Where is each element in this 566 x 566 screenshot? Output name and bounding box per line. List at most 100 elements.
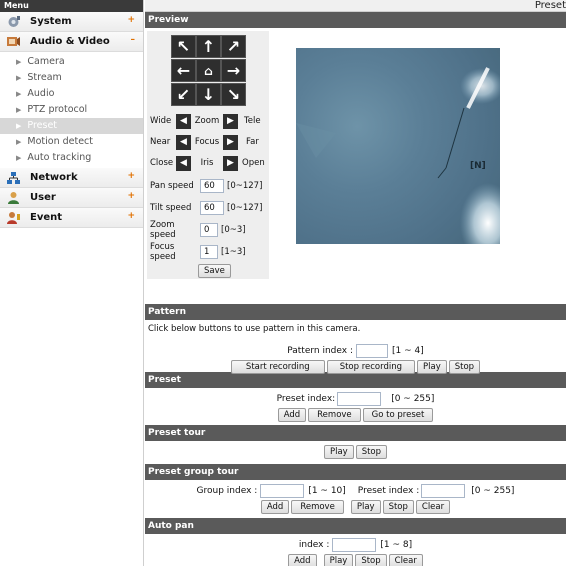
sidebar-category-audio-video[interactable]: Audio & Video –	[0, 32, 143, 52]
sidebar-item-motion-detect[interactable]: ▶ Motion detect	[0, 134, 143, 150]
pan-speed-row: Pan speed 60 [0~127]	[150, 179, 263, 193]
focus-near-button[interactable]: ◀	[176, 134, 191, 150]
pattern-index-input[interactable]	[356, 344, 388, 358]
stop-recording-button[interactable]: Stop recording	[326, 360, 416, 374]
arrow-up-icon: ↑	[201, 37, 216, 56]
iris-open-button[interactable]: ▶	[223, 155, 238, 171]
group-play-button[interactable]: Play	[350, 500, 381, 514]
zoom-speed-row: Zoom speed 0 [0~3]	[150, 220, 246, 240]
preview-section-header: Preview	[145, 12, 566, 28]
preset-index-input[interactable]	[337, 392, 382, 406]
preset-tour-section: Play Stop	[145, 441, 566, 464]
auto-pan-buttons: Add Play Stop Clear	[145, 554, 566, 566]
sidebar-item-ptz-protocol[interactable]: ▶ PTZ protocol	[0, 102, 143, 118]
page-title: Preset	[145, 0, 566, 12]
pattern-play-button[interactable]: Play	[417, 360, 447, 374]
sidebar: Menu System + Audio & Video – ▶ Camera ▶ S…	[0, 0, 144, 566]
menu-header: Menu	[0, 0, 143, 12]
zoom-control: Wide ◀ Zoom ▶ Tele	[150, 113, 270, 129]
group-index-row: Group index : [1 ~ 10] Preset index : [0…	[196, 484, 515, 498]
save-button[interactable]: Save	[198, 264, 231, 278]
home-icon: ⌂	[204, 63, 213, 78]
pattern-note: Click below buttons to use pattern in th…	[148, 324, 361, 334]
pan-speed-input[interactable]: 60	[200, 179, 224, 193]
sidebar-item-camera[interactable]: ▶ Camera	[0, 54, 143, 70]
go-to-preset-button[interactable]: Go to preset	[362, 408, 434, 422]
chevron-right-icon: ▶	[16, 90, 22, 98]
group-clear-button[interactable]: Clear	[415, 500, 451, 514]
auto-pan-index-row: index : [1 ~ 8]	[298, 538, 413, 552]
zoom-speed-input[interactable]: 0	[200, 223, 218, 237]
triangle-left-icon: ◀	[180, 158, 187, 168]
chevron-right-icon: ▶	[16, 58, 22, 66]
focus-far-button[interactable]: ▶	[223, 134, 238, 150]
move-left-button[interactable]: ←	[171, 59, 196, 82]
auto-pan-play-button[interactable]: Play	[323, 554, 354, 566]
sidebar-category-event[interactable]: Event +	[0, 208, 143, 228]
chevron-right-icon: ▶	[16, 122, 22, 130]
expand-mark: +	[127, 171, 135, 181]
group-preset-index-input[interactable]	[421, 484, 466, 498]
preset-section: Preset index: [0 ~ 255] Add Remove Go to…	[145, 388, 566, 425]
user-icon	[6, 191, 21, 205]
move-up-button[interactable]: ↑	[196, 35, 221, 58]
group-index-input[interactable]	[260, 484, 305, 498]
sidebar-item-auto-tracking[interactable]: ▶ Auto tracking	[0, 150, 143, 166]
preset-add-button[interactable]: Add	[277, 408, 307, 422]
tilt-speed-row: Tilt speed 60 [0~127]	[150, 201, 263, 215]
arrow-down-left-icon: ↙	[176, 85, 191, 104]
auto-pan-section-header: Auto pan	[145, 518, 566, 534]
system-icon	[6, 15, 21, 29]
preset-tour-play-button[interactable]: Play	[323, 445, 354, 459]
preset-tour-section-header: Preset tour	[145, 425, 566, 441]
zoom-tele-button[interactable]: ▶	[223, 113, 238, 129]
group-tour-buttons: Add Remove Play Stop Clear	[145, 500, 566, 514]
start-recording-button[interactable]: Start recording	[230, 360, 325, 374]
pattern-index-row: Pattern index : [1 ~ 4]	[287, 344, 424, 358]
triangle-left-icon: ◀	[180, 137, 187, 147]
preset-remove-button[interactable]: Remove	[308, 408, 361, 422]
arrow-left-icon: ←	[176, 61, 191, 80]
pattern-stop-button[interactable]: Stop	[448, 360, 481, 374]
chevron-right-icon: ▶	[16, 74, 22, 82]
auto-pan-index-input[interactable]	[332, 538, 377, 552]
video-preview: [N]	[296, 48, 500, 244]
sidebar-item-audio[interactable]: ▶ Audio	[0, 86, 143, 102]
move-down-left-button[interactable]: ↙	[171, 83, 196, 106]
sidebar-category-label: System	[30, 16, 72, 27]
sidebar-item-preset[interactable]: ▶ Preset	[0, 118, 143, 134]
sidebar-item-stream[interactable]: ▶ Stream	[0, 70, 143, 86]
tilt-speed-input[interactable]: 60	[200, 201, 224, 215]
audio-video-icon	[6, 35, 21, 49]
move-down-button[interactable]: ↓	[196, 83, 221, 106]
move-up-left-button[interactable]: ↖	[171, 35, 196, 58]
preset-group-tour-section-header: Preset group tour	[145, 464, 566, 480]
auto-pan-clear-button[interactable]: Clear	[388, 554, 423, 566]
sidebar-category-label: Audio & Video	[30, 36, 110, 47]
move-up-right-button[interactable]: ↗	[221, 35, 246, 58]
group-remove-button[interactable]: Remove	[291, 500, 344, 514]
collapse-mark: –	[130, 35, 136, 45]
iris-close-button[interactable]: ◀	[176, 155, 191, 171]
group-add-button[interactable]: Add	[260, 500, 290, 514]
arrow-down-right-icon: ↘	[226, 85, 241, 104]
group-stop-button[interactable]: Stop	[382, 500, 414, 514]
triangle-right-icon: ▶	[227, 137, 234, 147]
event-icon	[6, 211, 21, 225]
auto-pan-add-button[interactable]: Add	[288, 554, 317, 566]
camera-feed-image	[296, 67, 500, 244]
preset-tour-stop-button[interactable]: Stop	[355, 445, 388, 459]
zoom-wide-button[interactable]: ◀	[176, 113, 191, 129]
sidebar-category-user[interactable]: User +	[0, 188, 143, 208]
focus-speed-input[interactable]: 1	[200, 245, 218, 259]
audio-video-submenu: ▶ Camera ▶ Stream ▶ Audio ▶ PTZ protocol ▶ Pr…	[0, 52, 143, 168]
home-button[interactable]: ⌂	[196, 59, 221, 82]
direction-pad: ↖ ↑ ↗ ← ⌂ → ↙ ↓ ↘	[171, 35, 247, 107]
sidebar-category-system[interactable]: System +	[0, 12, 143, 32]
auto-pan-stop-button[interactable]: Stop	[355, 554, 387, 566]
pattern-section-header: Pattern	[145, 304, 566, 320]
auto-pan-section: index : [1 ~ 8] Add Play Stop Clear	[145, 534, 566, 566]
move-down-right-button[interactable]: ↘	[221, 83, 246, 106]
sidebar-category-network[interactable]: Network +	[0, 168, 143, 188]
move-right-button[interactable]: →	[221, 59, 246, 82]
